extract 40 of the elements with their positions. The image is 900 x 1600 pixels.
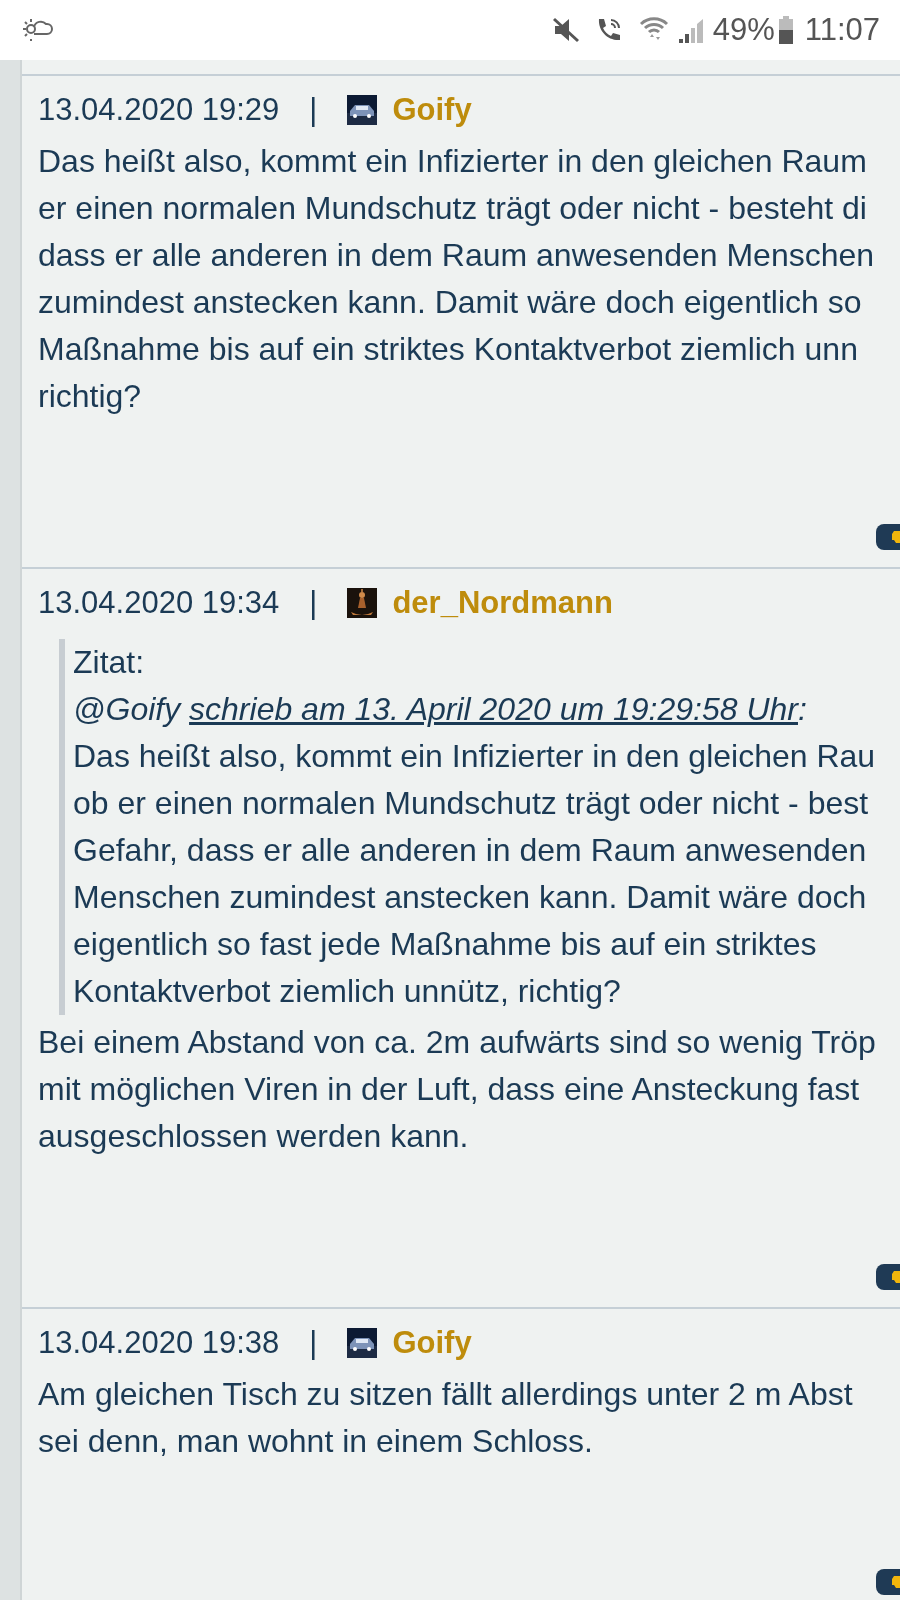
post-text: Am gleichen Tisch zu sitzen fällt allerdings unter 2 m Abst	[38, 1375, 853, 1414]
reaction-button[interactable]	[876, 1264, 900, 1290]
quote-text: eigentlich so fast jede Maßnahme bis auf ein striktes	[73, 925, 817, 964]
author-link[interactable]: Goify	[392, 86, 472, 134]
thumb-icon	[892, 530, 900, 544]
quote-text: Das heißt also, kommt ein Infizierter in den gleichen Rau	[73, 737, 876, 776]
post-text: Das heißt also, kommt ein Infizierter in den gleichen Raum	[38, 142, 867, 181]
reaction-button[interactable]	[876, 1569, 900, 1595]
post-text: sei denn, man wohnt in einem Schloss.	[38, 1422, 593, 1461]
quote-source: @Goify schrieb am 13. April 2020 um 19:29:58 Uhr:	[73, 690, 807, 729]
post-text: Bei einem Abstand von ca. 2m aufwärts sind so wenig Tröp	[38, 1023, 876, 1062]
quote-text: Gefahr, dass er alle anderen in dem Raum anwesenden	[73, 831, 867, 870]
mute-icon	[550, 16, 581, 44]
post-date: 13.04.2020 19:29	[38, 90, 280, 129]
author-link[interactable]: Goify	[392, 1319, 472, 1367]
thumb-icon	[892, 1575, 900, 1589]
clock-time: 11:07	[804, 10, 880, 49]
separator: |	[309, 90, 318, 129]
post-text: er einen normalen Mundschutz trägt oder nicht - besteht di	[38, 189, 867, 228]
quote-link[interactable]: schrieb am 13. April 2020 um 19:29:58 Uhr	[189, 691, 798, 727]
post-text: Maßnahme bis auf ein striktes Kontaktverbot ziemlich unn	[38, 330, 858, 369]
post-text: mit möglichen Viren in der Luft, dass eine Ansteckung fast	[38, 1070, 860, 1109]
post-date: 13.04.2020 19:38	[38, 1323, 280, 1362]
thumb-icon	[892, 1270, 900, 1284]
weather-icon	[20, 16, 54, 44]
reaction-button[interactable]	[876, 524, 900, 550]
post-text: ausgeschlossen werden kann.	[38, 1117, 469, 1156]
separator: |	[309, 1323, 318, 1362]
quote-text: Kontaktverbot ziemlich unnütz, richtig?	[73, 972, 621, 1011]
battery-percent: 49%	[712, 10, 775, 49]
post-text: zumindest anstecken kann. Damit wäre doch eigentlich so	[38, 283, 862, 322]
quote-text: ob er einen normalen Mundschutz trägt oder nicht - best	[73, 784, 869, 823]
post-text: dass er alle anderen in dem Raum anwesenden Menschen	[38, 236, 875, 275]
battery-icon	[778, 16, 793, 44]
post-text: richtig?	[38, 377, 142, 416]
quote-label: Zitat:	[73, 643, 145, 682]
quote-text: Menschen zumindest anstecken kann. Damit wäre doch	[73, 878, 867, 917]
post-date: 13.04.2020 19:34	[38, 583, 280, 622]
separator: |	[309, 583, 318, 622]
author-link[interactable]: der_Nordmann	[392, 579, 613, 627]
